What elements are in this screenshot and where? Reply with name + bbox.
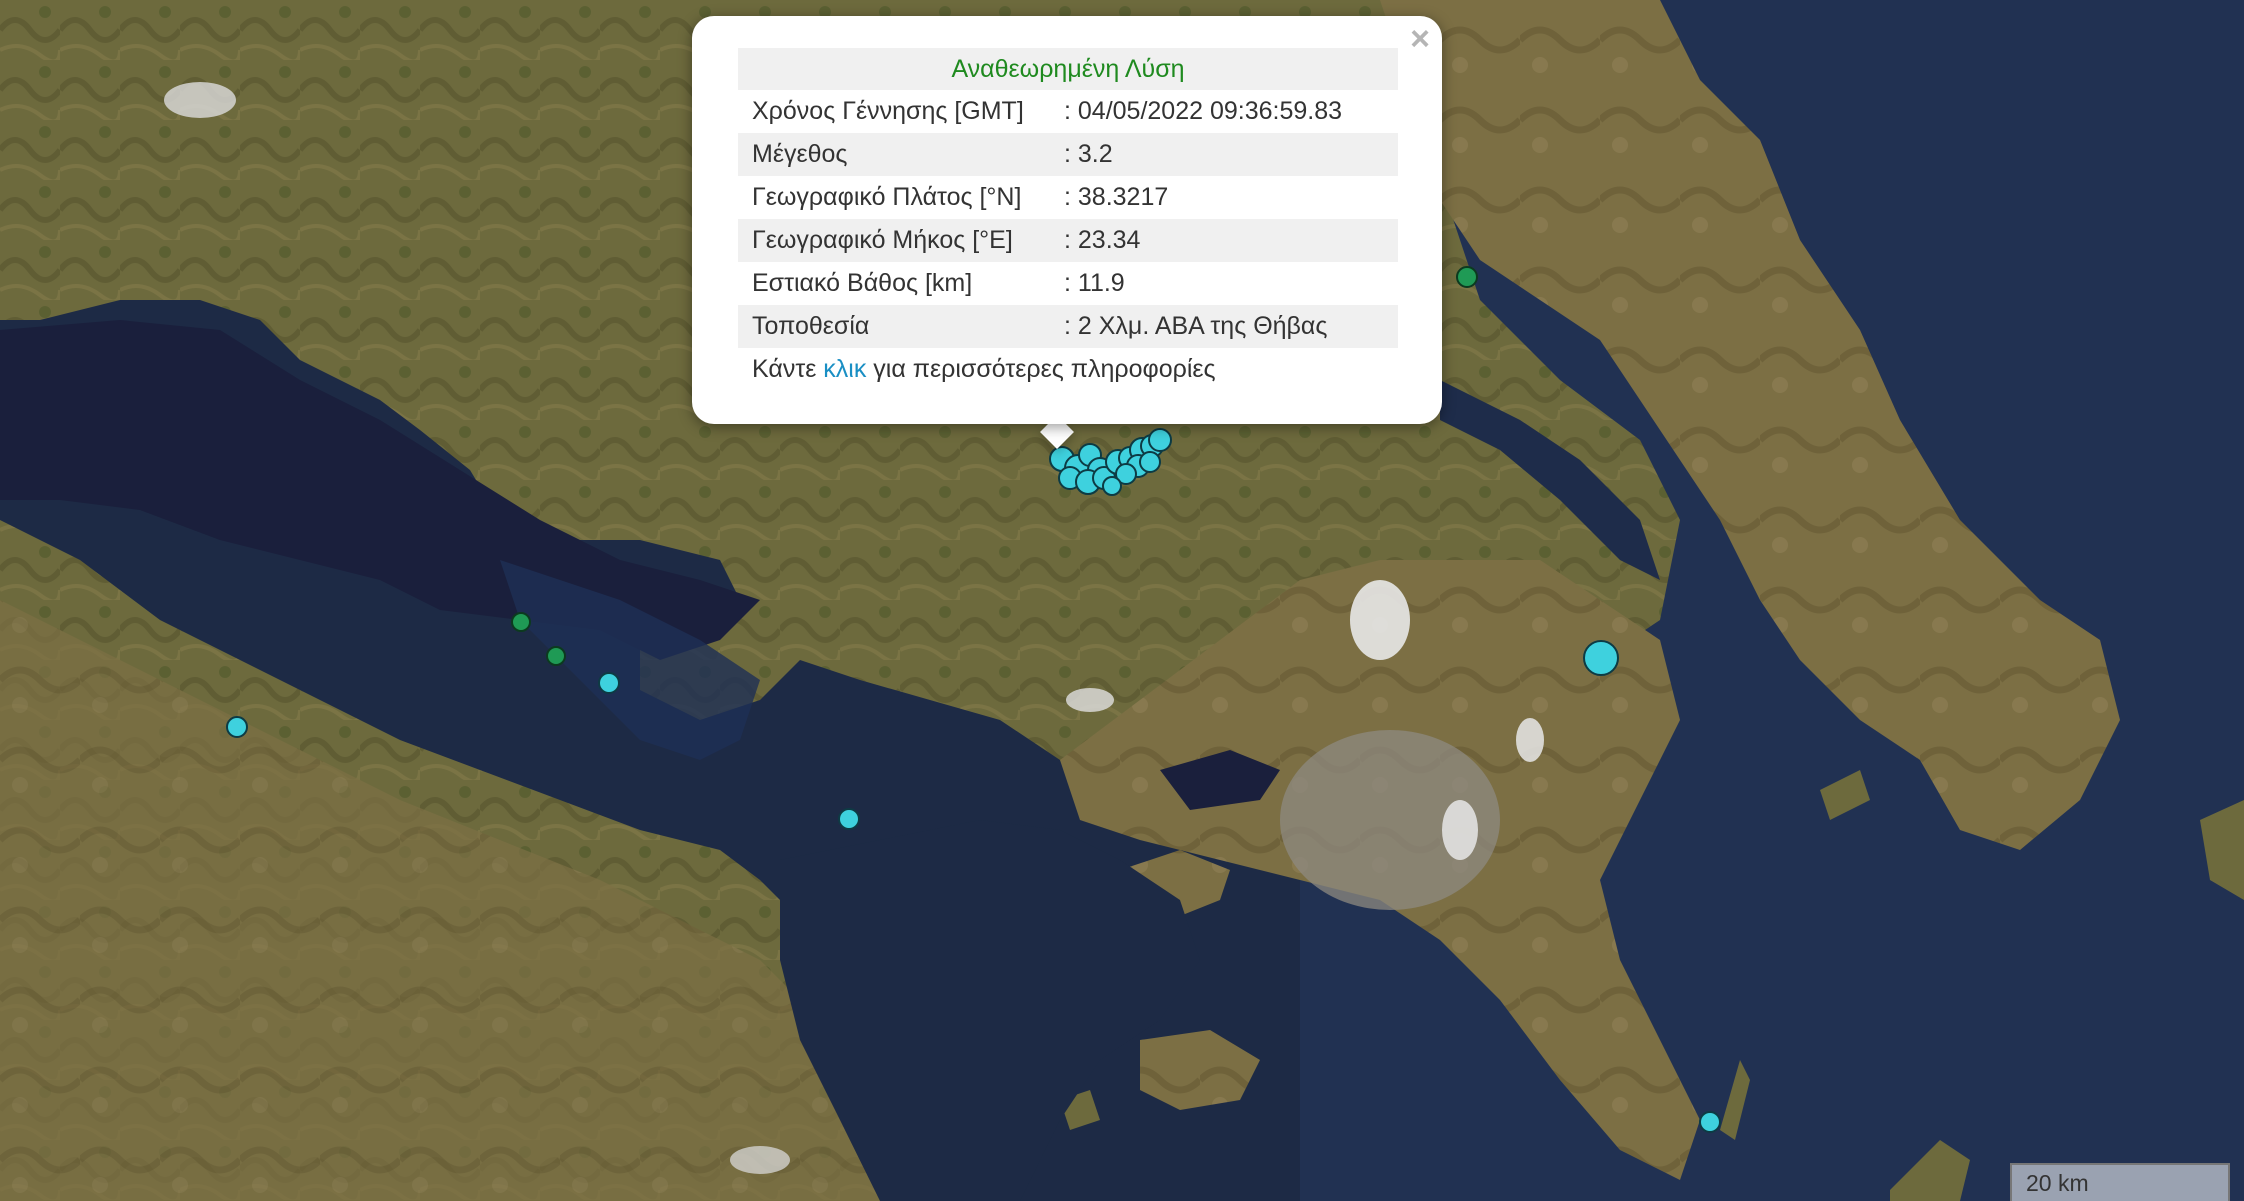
popup-row-longitude: Γεωγραφικό Μήκος [°E] : 23.34 [738,219,1398,262]
row-value: : 23.34 [1064,226,1141,254]
earthquake-marker-older[interactable] [511,612,531,632]
earthquake-marker-recent[interactable] [1699,1111,1721,1133]
footer-suffix: για περισσότερες πληροφορίες [866,355,1216,383]
earthquake-popup: × Αναθεωρημένη Λύση Χρόνος Γέννησης [GMT… [692,16,1442,424]
earthquake-marker-recent[interactable] [598,672,620,694]
earthquake-marker-recent[interactable] [1583,640,1619,676]
popup-close-icon[interactable]: × [1410,22,1430,56]
row-label: Τοποθεσία [752,312,870,340]
row-value: : 2 Χλμ. ΑΒΑ της Θήβας [1064,312,1328,340]
row-value: : 3.2 [1064,140,1113,168]
popup-row-magnitude: Μέγεθος : 3.2 [738,133,1398,176]
earthquake-marker-older[interactable] [546,646,566,666]
popup-content: Αναθεωρημένη Λύση Χρόνος Γέννησης [GMT] … [738,48,1398,391]
earthquake-marker-recent[interactable] [1139,451,1161,473]
earthquake-marker-recent[interactable] [1148,428,1172,452]
row-value: : 11.9 [1064,269,1125,297]
row-label: Γεωγραφικό Μήκος [°E] [752,226,1013,254]
footer-prefix: Κάντε [752,355,824,383]
row-label: Χρόνος Γέννησης [GMT] [752,97,1024,125]
popup-row-location: Τοποθεσία : 2 Χλμ. ΑΒΑ της Θήβας [738,305,1398,348]
row-value: : 38.3217 [1064,183,1169,211]
popup-row-latitude: Γεωγραφικό Πλάτος [°N] : 38.3217 [738,176,1398,219]
popup-footer: Κάντε κλικ για περισσότερες πληροφορίες [738,348,1398,391]
earthquake-marker-recent[interactable] [1102,476,1122,496]
popup-row-origin-time: Χρόνος Γέννησης [GMT] : 04/05/2022 09:36… [738,90,1398,133]
row-label: Εστιακό Βάθος [km] [752,269,973,297]
row-value: : 04/05/2022 09:36:59.83 [1064,97,1343,125]
popup-title: Αναθεωρημένη Λύση [738,48,1398,90]
scale-bar: 20 km [2010,1163,2230,1201]
earthquake-marker-recent[interactable] [226,716,248,738]
popup-row-depth: Εστιακό Βάθος [km] : 11.9 [738,262,1398,305]
row-label: Γεωγραφικό Πλάτος [°N] [752,183,1022,211]
earthquake-marker-recent[interactable] [838,808,860,830]
more-info-link[interactable]: κλικ [823,355,866,383]
earthquake-marker-older[interactable] [1456,266,1478,288]
row-label: Μέγεθος [752,140,848,168]
